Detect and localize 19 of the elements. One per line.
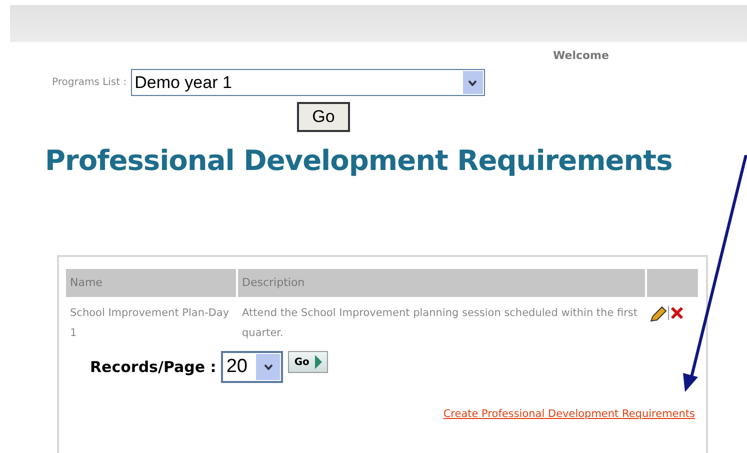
go-button[interactable]: Go <box>288 351 328 373</box>
dropdown-icon[interactable] <box>256 354 280 380</box>
programs-list-label: Programs List : <box>52 76 127 90</box>
go-button[interactable]: Go <box>297 102 350 132</box>
column-header: Name <box>66 269 236 297</box>
table-cell-text: School Improvement Plan-Day 1 <box>69 306 230 341</box>
page-title: Professional Development Requirements <box>45 144 672 177</box>
play-icon <box>315 355 322 369</box>
records-per-page-label: Records/Page : <box>90 356 216 378</box>
dropdown-icon[interactable] <box>462 71 483 94</box>
welcome-text: Welcome <box>553 48 609 64</box>
table-cell-text: Attend the School Improvement planning session scheduled within the first quarter. <box>241 306 639 341</box>
delete-icon[interactable] <box>670 306 684 320</box>
column-header <box>647 269 698 297</box>
column-header: Description <box>238 269 645 297</box>
pencil-icon[interactable] <box>649 306 667 322</box>
records-select[interactable]: 20 <box>221 351 284 383</box>
programs-select[interactable]: Demo year 1 <box>130 69 485 96</box>
create-link[interactable]: Create Professional Development Requirements <box>443 407 695 423</box>
